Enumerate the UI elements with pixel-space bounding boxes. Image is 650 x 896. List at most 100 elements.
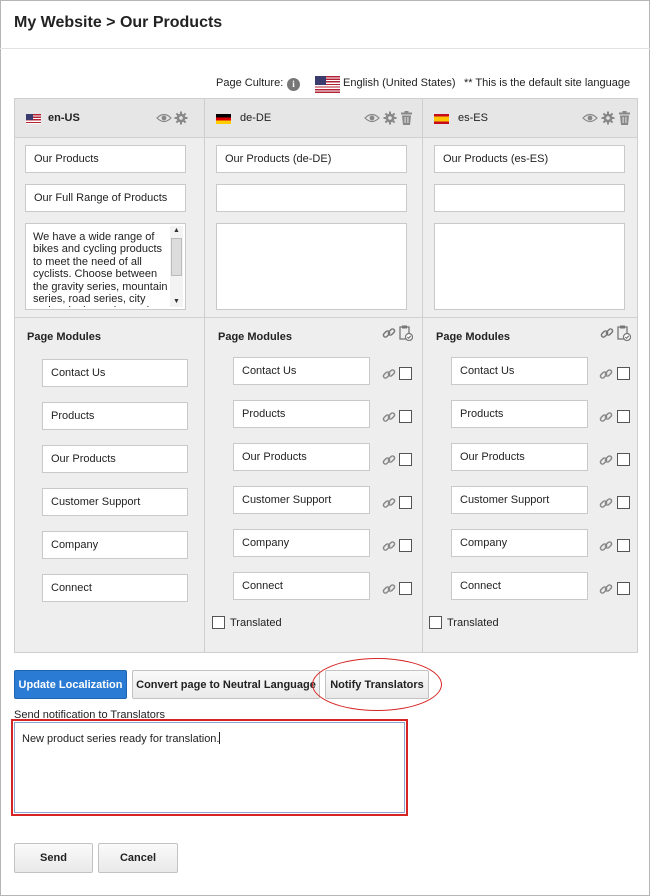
link-icon[interactable] (382, 582, 396, 596)
us-flag-icon (26, 114, 41, 124)
link-icon[interactable] (599, 582, 613, 596)
description-text: We have a wide range of bikes and cyclin… (33, 231, 168, 307)
gear-icon[interactable] (601, 111, 615, 125)
trash-icon[interactable] (401, 111, 412, 125)
module-checkbox[interactable] (617, 367, 630, 380)
page-title: My Website > Our Products (14, 14, 223, 31)
scroll-down-arrow-icon[interactable]: ▼ (170, 297, 183, 307)
translated-checkbox-de-de[interactable] (212, 616, 225, 629)
culture-code-de-de: de-DE (240, 112, 272, 124)
eye-icon[interactable] (156, 112, 172, 124)
link-icon[interactable] (599, 539, 613, 553)
eye-icon[interactable] (582, 112, 598, 124)
send-button[interactable]: Send (14, 843, 93, 873)
module-item-en-us[interactable]: Customer Support (42, 488, 188, 516)
convert-to-neutral-button[interactable]: Convert page to Neutral Language (132, 670, 320, 699)
module-item-en-us[interactable]: Our Products (42, 445, 188, 473)
us-flag-icon (315, 76, 340, 93)
translated-label: Translated (230, 617, 282, 629)
section-divider (423, 317, 637, 318)
page-subtitle-field-en-us[interactable]: Our Full Range of Products (25, 184, 186, 212)
scroll-up-arrow-icon[interactable]: ▲ (170, 226, 183, 236)
page-title-field-es-es[interactable]: Our Products (es-ES) (434, 145, 625, 173)
module-item-es-es[interactable]: Company (451, 529, 588, 557)
link-icon[interactable] (599, 453, 613, 467)
text-caret (219, 732, 221, 744)
link-icon[interactable] (382, 367, 396, 381)
module-item-en-us[interactable]: Connect (42, 574, 188, 602)
culture-language: English (United States) (343, 77, 456, 89)
culture-code-en-us: en-US (48, 112, 80, 124)
module-item-es-es[interactable]: Products (451, 400, 588, 428)
link-icon[interactable] (382, 453, 396, 467)
module-item-de-de[interactable]: Our Products (233, 443, 370, 471)
link-all-icon[interactable] (382, 326, 396, 340)
module-checkbox[interactable] (399, 539, 412, 552)
link-icon[interactable] (599, 367, 613, 381)
module-checkbox[interactable] (617, 410, 630, 423)
module-item-de-de[interactable]: Contact Us (233, 357, 370, 385)
column-divider (422, 98, 423, 653)
cancel-button[interactable]: Cancel (98, 843, 178, 873)
module-checkbox[interactable] (399, 367, 412, 380)
clipboard-check-icon[interactable] (617, 325, 631, 341)
page-description-field-en-us[interactable]: We have a wide range of bikes and cyclin… (25, 223, 186, 310)
module-checkbox[interactable] (399, 496, 412, 509)
module-item-es-es[interactable]: Contact Us (451, 357, 588, 385)
link-icon[interactable] (382, 539, 396, 553)
module-checkbox[interactable] (617, 539, 630, 552)
update-localization-button[interactable]: Update Localization (14, 670, 127, 699)
page-title-field-en-us[interactable]: Our Products (25, 145, 186, 173)
eye-icon[interactable] (364, 112, 380, 124)
notification-message-text: New product series ready for translation… (22, 733, 220, 745)
module-item-de-de[interactable]: Customer Support (233, 486, 370, 514)
module-checkbox[interactable] (617, 496, 630, 509)
section-divider (205, 317, 422, 318)
scroll-thumb[interactable] (171, 238, 182, 276)
link-icon[interactable] (382, 496, 396, 510)
info-icon[interactable]: i (287, 78, 300, 91)
module-checkbox[interactable] (399, 453, 412, 466)
highlight-annotation (312, 658, 442, 711)
translated-label: Translated (447, 617, 499, 629)
module-item-de-de[interactable]: Products (233, 400, 370, 428)
page-description-field-es-es[interactable] (434, 223, 625, 310)
page-subtitle-field-de-de[interactable] (216, 184, 407, 212)
link-all-icon[interactable] (600, 326, 614, 340)
clipboard-check-icon[interactable] (399, 325, 413, 341)
module-checkbox[interactable] (617, 582, 630, 595)
module-item-de-de[interactable]: Connect (233, 572, 370, 600)
gear-icon[interactable] (174, 111, 188, 125)
title-divider (0, 48, 650, 49)
page-description-field-de-de[interactable] (216, 223, 407, 310)
es-flag-icon (434, 114, 449, 124)
module-item-en-us[interactable]: Contact Us (42, 359, 188, 387)
module-item-en-us[interactable]: Company (42, 531, 188, 559)
module-item-de-de[interactable]: Company (233, 529, 370, 557)
module-checkbox[interactable] (399, 410, 412, 423)
notification-message-input[interactable]: New product series ready for translation… (14, 722, 405, 813)
module-checkbox[interactable] (399, 582, 412, 595)
culture-code-es-es: es-ES (458, 112, 488, 124)
default-language-note: ** This is the default site language (464, 77, 631, 89)
section-divider (15, 317, 204, 318)
trash-icon[interactable] (619, 111, 630, 125)
page-title-field-de-de[interactable]: Our Products (de-DE) (216, 145, 407, 173)
link-icon[interactable] (599, 496, 613, 510)
column-divider (204, 98, 205, 653)
translated-checkbox-es-es[interactable] (429, 616, 442, 629)
description-scrollbar[interactable]: ▲ ▼ (170, 226, 183, 307)
de-flag-icon (216, 114, 231, 124)
module-item-es-es[interactable]: Customer Support (451, 486, 588, 514)
module-item-es-es[interactable]: Our Products (451, 443, 588, 471)
page-subtitle-field-es-es[interactable] (434, 184, 625, 212)
link-icon[interactable] (382, 410, 396, 424)
page-modules-label: Page Modules (27, 331, 101, 343)
module-checkbox[interactable] (617, 453, 630, 466)
module-item-en-us[interactable]: Products (42, 402, 188, 430)
gear-icon[interactable] (383, 111, 397, 125)
module-item-es-es[interactable]: Connect (451, 572, 588, 600)
page-modules-label: Page Modules (218, 331, 292, 343)
link-icon[interactable] (599, 410, 613, 424)
page-modules-label: Page Modules (436, 331, 510, 343)
